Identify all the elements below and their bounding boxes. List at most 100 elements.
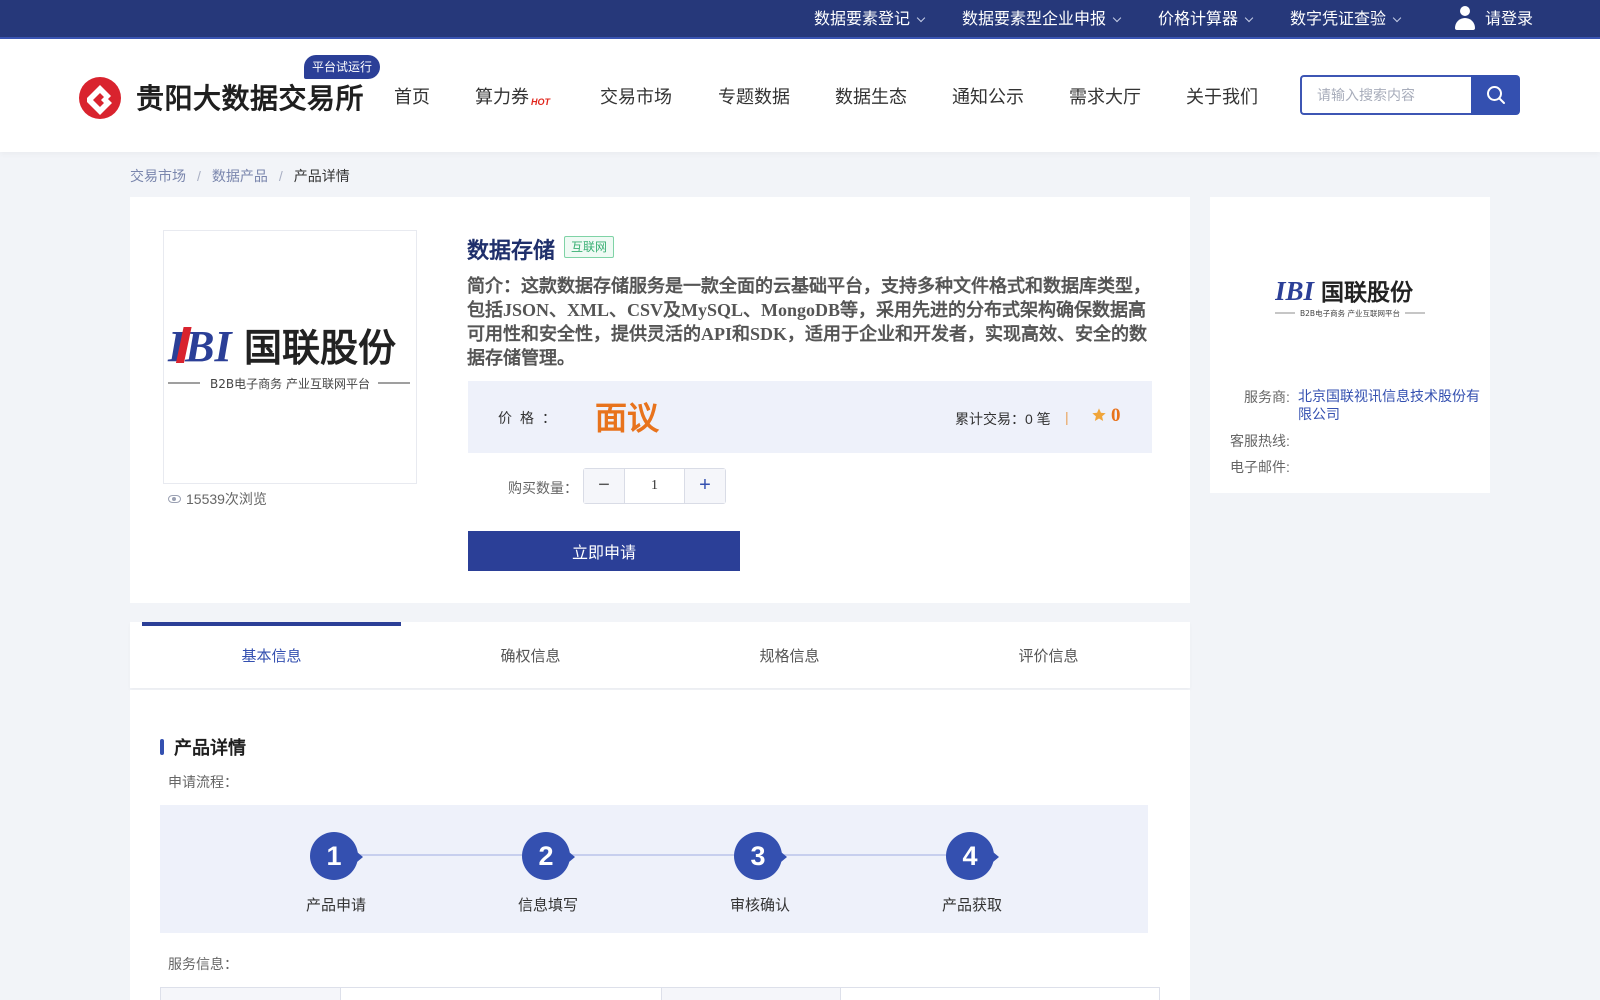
service-info-table [160, 987, 1160, 1000]
view-count-text: 15539次浏览 [186, 491, 267, 507]
vendor-logo: IBI 国联股份 B2B电子商务 产业互联网平台 [1275, 276, 1425, 318]
table-cell [841, 988, 1160, 1000]
product-image: IBI 国联股份 B2B电子商务 产业互联网平台 [163, 230, 417, 484]
table-cell [161, 988, 341, 1000]
nav-label: 算力券 [475, 87, 529, 107]
breadcrumb-data-products[interactable]: 数据产品 [212, 168, 268, 184]
topbar-link-label: 数字凭证查验 [1290, 11, 1387, 28]
logo-text: 国联股份 [244, 326, 396, 370]
nav-about-us[interactable]: 关于我们 [1186, 83, 1258, 109]
increase-button[interactable]: + [684, 469, 725, 503]
price-label: 价格： [498, 410, 564, 426]
provider-label: 服务商: [1244, 389, 1290, 405]
provider-value[interactable]: 北京国联视讯信息技术股份有限公司 [1298, 387, 1483, 423]
table-cell [341, 988, 662, 1000]
login-link[interactable]: 请登录 [1454, 0, 1533, 39]
trial-badge: 平台试运行 [304, 55, 381, 79]
apply-button[interactable]: 立即申请 [468, 531, 740, 571]
nav-notices[interactable]: 通知公示 [952, 83, 1024, 109]
chevron-down-icon [1244, 13, 1254, 23]
breadcrumb-separator: / [278, 168, 283, 184]
quantity-stepper: − + [583, 468, 726, 504]
nav-compute-voucher[interactable]: 算力券 HOT [475, 83, 550, 109]
star-icon [1092, 408, 1106, 421]
trade-count: 累计交易：0 笔 [955, 411, 1051, 427]
logo-mark-text: IBI [167, 322, 233, 371]
search-button[interactable] [1471, 75, 1520, 115]
rating-value: 0 [1111, 405, 1121, 426]
search-icon [1487, 86, 1505, 104]
vendor-logo-text: 国联股份 [1321, 280, 1414, 306]
site-logo[interactable] [79, 77, 121, 119]
topbar-link-data-register[interactable]: 数据要素登记 [814, 0, 926, 39]
tab-review-info[interactable]: 评价信息 [919, 622, 1178, 688]
step-number: 2 [522, 832, 575, 880]
price-box: 价格： 面议 累计交易：0 笔 | 0 [468, 381, 1152, 453]
service-info-label: 服务信息： [168, 956, 238, 972]
top-bar: 数据要素登记 数据要素型企业申报 价格计算器 数字凭证查验 请登录 [0, 0, 1600, 39]
product-logo: IBI 国联股份 B2B电子商务 产业互联网平台 [167, 322, 410, 391]
hot-badge: HOT [531, 97, 550, 107]
step-number: 4 [946, 832, 999, 880]
breadcrumb: 交易市场 / 数据产品 / 产品详情 [130, 166, 350, 186]
breadcrumb-current: 产品详情 [293, 168, 350, 184]
process-label: 申请流程： [168, 774, 238, 790]
chevron-down-icon [916, 13, 926, 23]
section-title: 产品详情 [174, 738, 246, 758]
view-count: 15539次浏览 [168, 489, 267, 509]
breadcrumb-trade-market[interactable]: 交易市场 [130, 168, 186, 184]
vendor-logo-subtext: B2B电子商务 产业互联网平台 [1300, 308, 1400, 318]
decrease-button[interactable]: − [584, 469, 625, 503]
process-steps: 1 2 3 4 产品申请 信息填写 审核确认 产品获取 [160, 805, 1148, 933]
quantity-input[interactable] [625, 469, 684, 503]
breadcrumb-separator: / [197, 168, 201, 184]
step-connector [572, 854, 752, 856]
category-tag: 互联网 [564, 236, 615, 258]
price-value: 面议 [595, 400, 660, 436]
tab-bar: 基本信息 确权信息 规格信息 评价信息 [130, 622, 1190, 688]
step-label: 产品申请 [305, 897, 366, 914]
hotline-label: 客服热线: [1230, 433, 1290, 449]
step-label: 产品获取 [941, 897, 1002, 914]
topbar-link-label: 数据要素登记 [814, 11, 911, 28]
product-title: 数据存储 [467, 238, 556, 263]
search-input[interactable] [1300, 75, 1471, 115]
tab-basic-info[interactable]: 基本信息 [142, 622, 401, 688]
email-label: 电子邮件: [1230, 459, 1290, 475]
step-connector [360, 854, 540, 856]
product-intro: 简介：这款数据存储服务是一款全面的云基础平台，支持多种文件格式和数据库类型，包括… [467, 276, 1151, 368]
table-cell [662, 988, 841, 1000]
step-label: 信息填写 [517, 897, 578, 914]
tab-spec-info[interactable]: 规格信息 [660, 622, 919, 688]
step-connector [784, 854, 964, 856]
step-number: 1 [310, 832, 363, 880]
step-number: 3 [734, 832, 787, 880]
topbar-link-certificate-check[interactable]: 数字凭证查验 [1290, 0, 1402, 39]
topbar-link-enterprise-report[interactable]: 数据要素型企业申报 [962, 0, 1122, 39]
nav-trade-market[interactable]: 交易市场 [600, 83, 672, 109]
vendor-logo-mark: IBI [1275, 276, 1316, 306]
tab-rights-info[interactable]: 确权信息 [401, 622, 660, 688]
chevron-down-icon [1112, 13, 1122, 23]
step-label: 审核确认 [729, 897, 790, 914]
chevron-down-icon [1392, 13, 1402, 23]
detail-panel: 产品详情 申请流程： 1 2 3 4 产品申请 信息填写 审核确认 产品获取 服… [130, 690, 1190, 1000]
divider: | [1065, 409, 1069, 425]
main-header: 贵阳大数据交易所 平台试运行 首页 算力券 HOT 交易市场 专题数据 数据生态 … [0, 39, 1600, 152]
topbar-link-label: 数据要素型企业申报 [962, 11, 1107, 28]
nav-demand-hall[interactable]: 需求大厅 [1069, 83, 1141, 109]
login-label: 请登录 [1485, 11, 1534, 28]
user-icon [1454, 5, 1476, 30]
section-marker [160, 739, 164, 755]
logo-subtext: B2B电子商务 产业互联网平台 [210, 376, 370, 391]
nav-data-ecosystem[interactable]: 数据生态 [835, 83, 907, 109]
product-panel: IBI 国联股份 B2B电子商务 产业互联网平台 15539次浏览 数据存储 互… [130, 197, 1190, 603]
eye-icon [168, 495, 181, 503]
nav-topic-data[interactable]: 专题数据 [718, 83, 790, 109]
site-name[interactable]: 贵阳大数据交易所 [136, 77, 364, 117]
topbar-link-label: 价格计算器 [1158, 11, 1239, 28]
nav-home[interactable]: 首页 [394, 83, 430, 109]
topbar-link-price-calculator[interactable]: 价格计算器 [1158, 0, 1254, 39]
quantity-label: 购买数量： [508, 480, 578, 496]
vendor-card: IBI 国联股份 B2B电子商务 产业互联网平台 服务商: 北京国联视讯信息技术… [1210, 197, 1490, 493]
